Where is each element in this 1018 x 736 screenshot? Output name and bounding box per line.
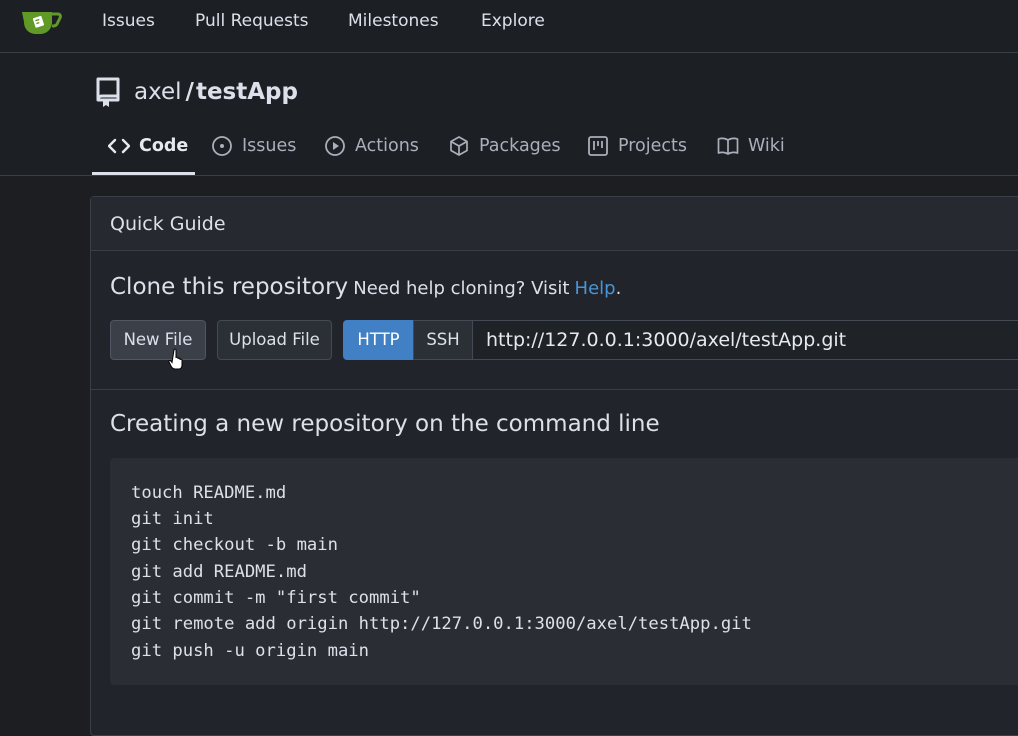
project-icon	[588, 136, 608, 156]
upload-file-button[interactable]: Upload File	[217, 320, 332, 360]
http-protocol-button[interactable]: HTTP	[343, 320, 414, 360]
tab-code[interactable]: Code	[108, 132, 188, 174]
tab-issues[interactable]: Issues	[211, 132, 296, 174]
clone-heading: Clone this repository Need help cloning?…	[110, 271, 621, 305]
tab-projects[interactable]: Projects	[587, 132, 687, 174]
tab-actions-label: Actions	[355, 136, 419, 156]
code-line: git remote add origin http://127.0.0.1:3…	[131, 614, 752, 634]
repo-icon	[96, 77, 120, 107]
new-file-button[interactable]: New File	[110, 320, 206, 360]
nav-issues[interactable]: Issues	[102, 10, 155, 32]
active-tab-indicator	[92, 172, 195, 175]
help-link[interactable]: Help	[575, 278, 616, 299]
nav-milestones[interactable]: Milestones	[348, 10, 439, 32]
gitea-logo-icon[interactable]	[20, 8, 62, 36]
issue-icon	[212, 136, 232, 156]
package-icon	[450, 136, 468, 156]
ssh-protocol-button[interactable]: SSH	[413, 320, 473, 360]
help-period: .	[615, 278, 622, 299]
tab-wiki[interactable]: Wiki	[717, 132, 785, 174]
repo-name-link[interactable]: testApp	[196, 79, 298, 105]
clone-help-text: Need help cloning? Visit	[353, 278, 570, 299]
code-line: git init	[131, 509, 214, 529]
tab-actions[interactable]: Actions	[324, 132, 419, 174]
book-icon	[717, 137, 739, 155]
repo-owner-link[interactable]: axel	[134, 79, 182, 105]
clone-url-input[interactable]: http://127.0.0.1:3000/axel/testApp.git	[472, 320, 1018, 360]
code-line: touch README.md	[131, 483, 287, 503]
tab-packages-label: Packages	[479, 136, 561, 156]
code-line: git add README.md	[131, 562, 307, 582]
tab-packages[interactable]: Packages	[448, 132, 561, 174]
quick-guide-header	[91, 197, 1018, 251]
tab-projects-label: Projects	[618, 136, 687, 156]
code-line: git commit -m "first commit"	[131, 588, 421, 608]
nav-explore[interactable]: Explore	[481, 10, 545, 32]
cmdline-title: Creating a new repository on the command…	[110, 411, 660, 437]
code-line: git push -u origin main	[131, 641, 369, 661]
code-icon	[108, 138, 130, 154]
tab-wiki-label: Wiki	[748, 136, 785, 156]
repo-title: axel/testApp	[134, 77, 298, 107]
tab-issues-label: Issues	[242, 136, 297, 156]
top-navbar: Issues Pull Requests Milestones Explore	[0, 0, 1018, 53]
quick-guide-title: Quick Guide	[110, 213, 226, 235]
hand-cursor-icon	[168, 348, 183, 370]
repo-separator: /	[185, 79, 194, 105]
code-line: git checkout -b main	[131, 535, 338, 555]
nav-pull-requests[interactable]: Pull Requests	[195, 10, 309, 32]
section-divider	[91, 389, 1018, 390]
clone-title: Clone this repository	[110, 274, 349, 300]
play-icon	[325, 136, 345, 156]
tab-code-label: Code	[139, 136, 189, 156]
